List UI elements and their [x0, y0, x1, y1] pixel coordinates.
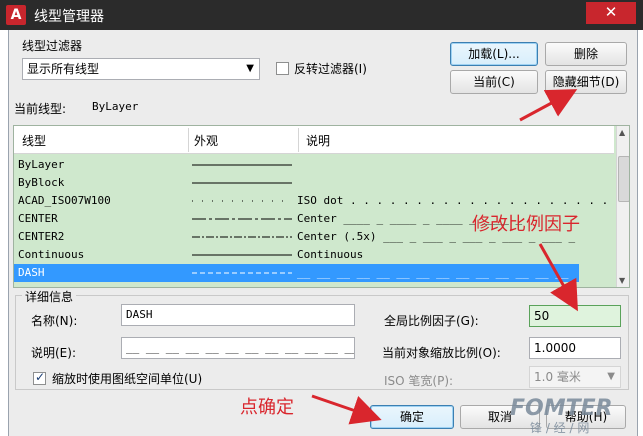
arrow-to-ok — [311, 394, 382, 425]
arrow-to-hide-details — [519, 89, 578, 122]
watermark-subtext: 锋 / 经 / 网 — [530, 421, 590, 435]
arrow-to-global-scale — [538, 243, 578, 312]
annotation-modify-scale: 修改比例因子 — [472, 214, 580, 235]
watermark-logo: FOMTER — [510, 396, 613, 421]
annotation-click-ok: 点确定 — [240, 397, 294, 418]
